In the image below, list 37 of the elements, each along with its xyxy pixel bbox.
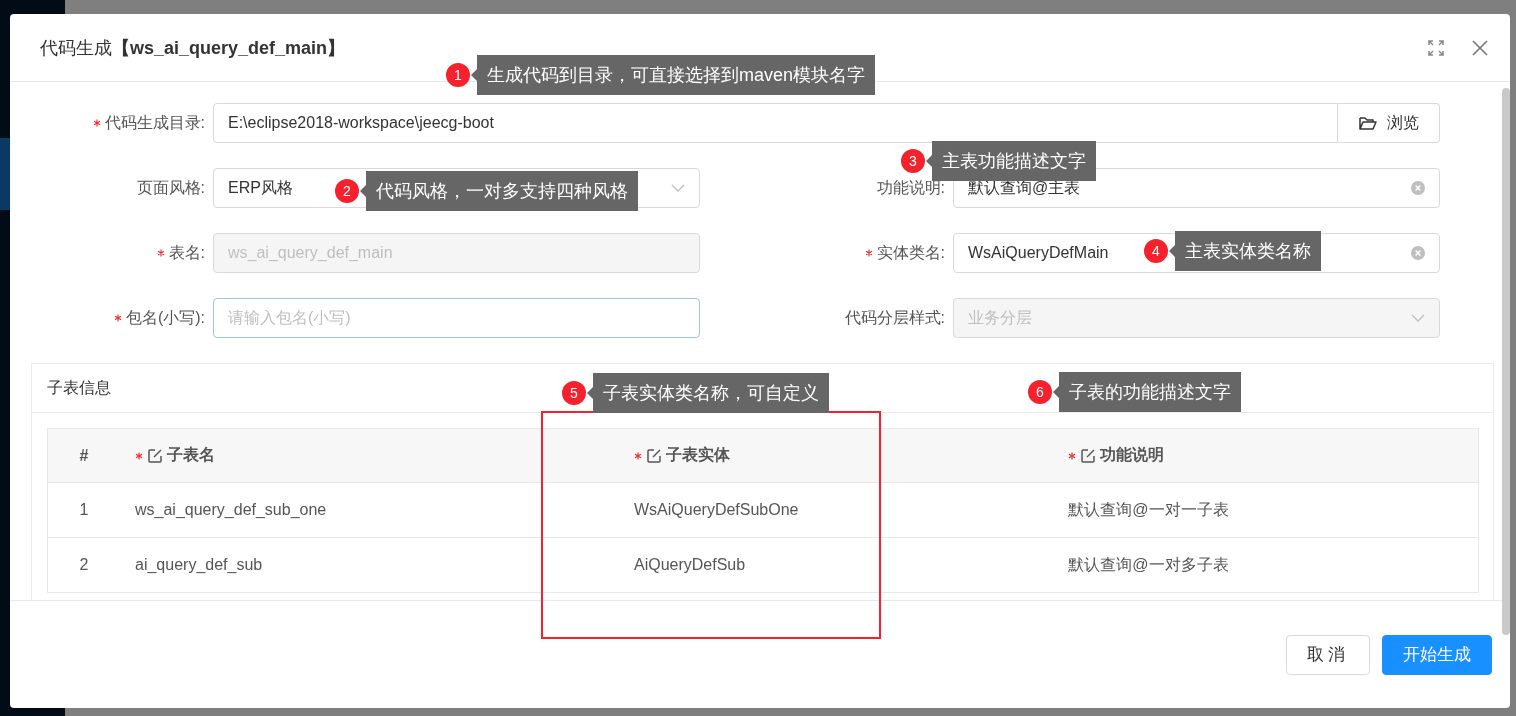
scrollbar-thumb[interactable]: [1502, 88, 1510, 635]
fullscreen-icon[interactable]: [1428, 39, 1444, 56]
callout-tooltip: 生成代码到目录，可直接选择到maven模块名字: [471, 55, 876, 95]
column-header: #: [79, 446, 89, 465]
folder-icon: [1358, 116, 1377, 130]
table-cell: ws_ai_query_def_sub_one: [135, 501, 327, 518]
column-header: 子表名: [167, 445, 215, 465]
column-header: 子表实体: [666, 445, 730, 465]
browse-button[interactable]: 浏览: [1338, 103, 1440, 143]
chevron-down-icon: [671, 184, 685, 192]
field-label: 页面风格:: [136, 177, 205, 198]
directory-field[interactable]: E:\eclipse2018-workspace\jeecg-boot: [213, 103, 1338, 143]
table-cell: 默认查询@一对一子表: [1068, 500, 1229, 518]
dialog-title: 代码生成【ws_ai_query_def_main】: [40, 36, 347, 60]
close-icon[interactable]: [1472, 39, 1488, 56]
field-label: 包名(小写):: [125, 307, 205, 328]
chevron-down-icon: [1411, 314, 1425, 322]
field-label: 代码生成目录:: [104, 112, 205, 133]
clear-icon[interactable]: [1411, 246, 1425, 260]
callout-tooltip: 子表实体类名称，可自定义: [587, 373, 829, 413]
callout-tooltip: 主表实体类名称: [1169, 231, 1321, 271]
field-label: 实体类名:: [876, 242, 945, 263]
column-header: 功能说明: [1100, 445, 1165, 465]
table-cell: 2: [79, 556, 89, 573]
table-cell: WsAiQueryDefSubOne: [634, 501, 799, 518]
table-cell: AiQueryDefSub: [634, 556, 746, 573]
cancel-button[interactable]: 取消: [1286, 634, 1370, 675]
clear-icon[interactable]: [1411, 181, 1425, 195]
callout-tooltip: 主表功能描述文字: [926, 141, 1096, 181]
table-cell: ai_query_def_sub: [135, 556, 263, 573]
field-label: 表名:: [168, 242, 205, 263]
table-cell: 1: [79, 501, 89, 518]
callout-tooltip: 代码风格，一对多支持四种风格: [360, 171, 638, 211]
table-cell: 默认查询@一对多子表: [1068, 555, 1229, 573]
card-title: 子表信息: [47, 377, 111, 398]
callout-tooltip: 子表的功能描述文字: [1053, 372, 1241, 412]
field-label: 代码分层样式:: [844, 307, 945, 328]
